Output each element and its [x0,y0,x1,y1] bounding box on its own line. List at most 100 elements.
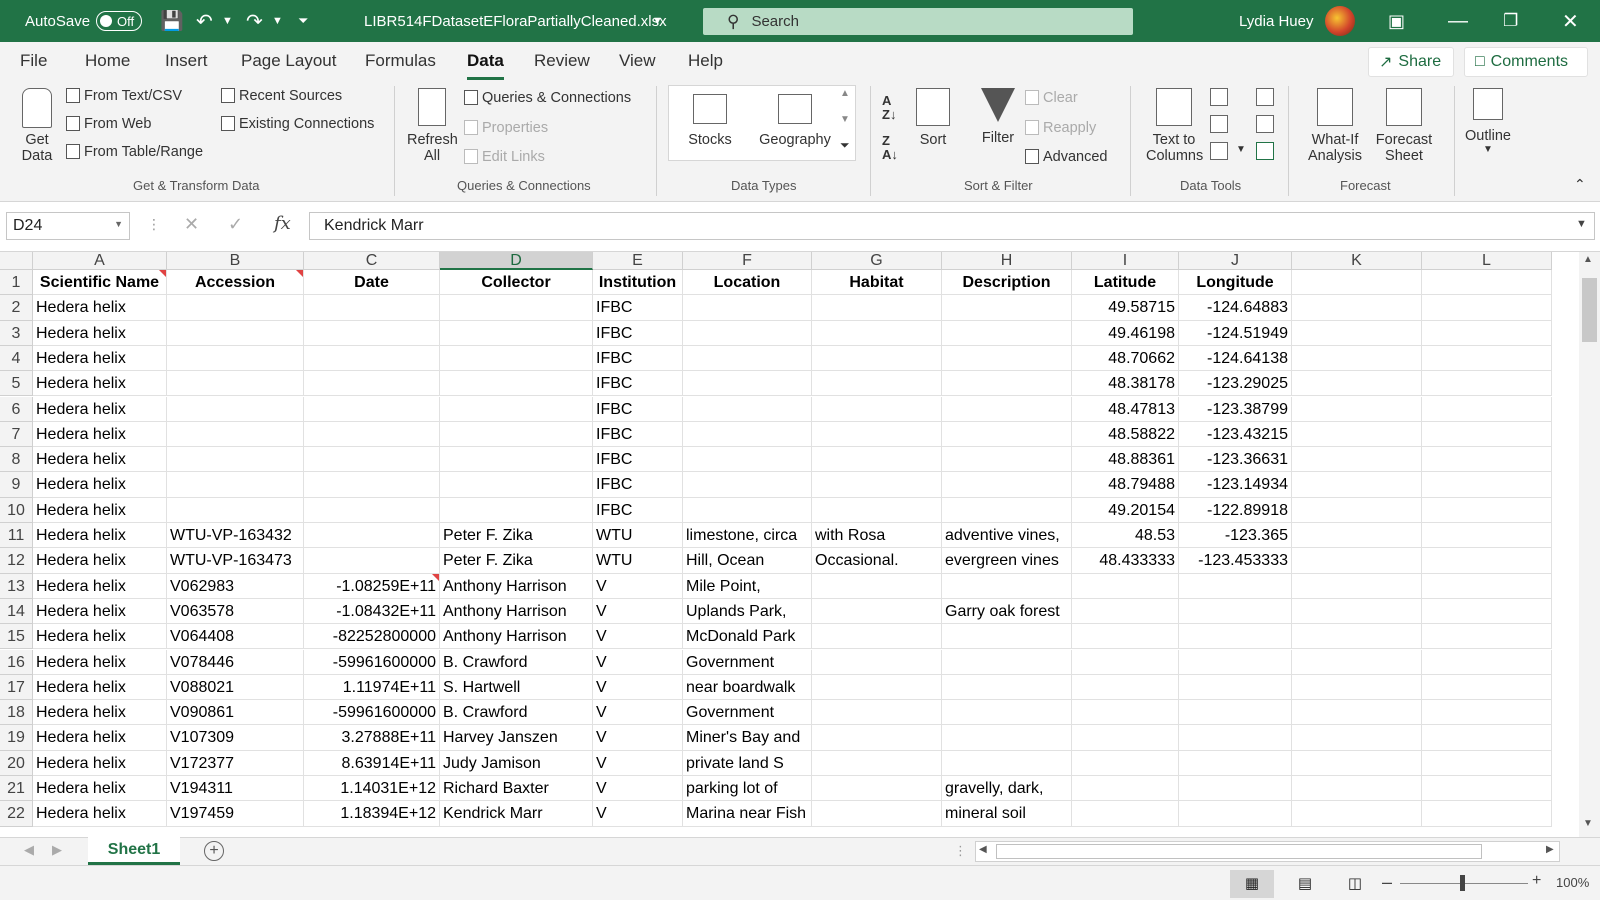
table-cell[interactable]: V064408 [167,624,304,650]
table-cell[interactable] [1292,320,1422,346]
table-cell[interactable] [1292,725,1422,751]
table-cell[interactable]: -1.08432E+11 [304,598,440,625]
table-cell[interactable] [812,776,942,802]
vertical-scrollbar[interactable]: ▲ ▼ [1579,252,1600,837]
table-cell[interactable]: V [593,750,683,776]
table-cell[interactable] [1072,624,1179,650]
table-cell[interactable] [1422,624,1552,650]
table-cell[interactable] [683,472,812,498]
table-cell[interactable]: -123.43215 [1179,421,1292,448]
table-cell[interactable]: -123.29025 [1179,371,1292,397]
column-header-g[interactable]: G [812,252,942,270]
table-cell[interactable]: Uplands Park, [683,598,812,625]
table-cell[interactable] [1072,750,1179,776]
table-cell[interactable]: McDonald Park [683,624,812,650]
table-cell[interactable]: V090861 [167,700,304,726]
table-cell[interactable]: 49.20154 [1072,497,1179,523]
row-header-8[interactable]: 8 [0,447,33,473]
table-cell[interactable]: -123.453333 [1179,548,1292,574]
table-cell[interactable] [1072,725,1179,751]
table-cell[interactable]: Hedera helix [33,776,167,802]
table-cell[interactable]: B. Crawford [440,649,593,675]
undo-dropdown-icon[interactable]: ▼ [222,0,233,42]
splitter-grip-icon[interactable]: ⋮ [954,843,967,859]
vertical-scroll-thumb[interactable] [1582,278,1597,342]
table-cell[interactable]: 49.58715 [1072,295,1179,321]
table-cell[interactable] [942,472,1072,498]
table-cell[interactable]: V [593,598,683,625]
zoom-slider-thumb[interactable] [1460,875,1465,891]
remove-duplicates-icon[interactable] [1210,115,1228,133]
from-table-range-button[interactable]: From Table/Range [66,144,203,160]
table-cell[interactable] [812,320,942,346]
table-cell[interactable] [1422,497,1552,523]
table-cell[interactable]: 1.14031E+12 [304,776,440,802]
worksheet-grid[interactable]: A B C D E F G H I J K L 1 Scientific Name Accession Dat… [0,252,1600,837]
table-cell[interactable] [683,295,812,321]
table-cell[interactable] [1422,801,1552,827]
flash-fill-icon[interactable] [1210,88,1228,106]
table-cell[interactable] [167,447,304,473]
table-cell[interactable] [440,497,593,523]
table-cell[interactable] [1292,548,1422,574]
formula-input[interactable]: Kendrick Marr [309,212,1595,240]
column-header-b[interactable]: B [167,252,304,270]
table-cell[interactable] [1292,674,1422,701]
from-text-csv-button[interactable]: From Text/CSV [66,88,182,104]
clear-button[interactable]: Clear [1025,90,1078,106]
table-cell[interactable]: -123.365 [1179,523,1292,549]
table-cell[interactable]: IFBC [593,320,683,346]
table-cell[interactable] [1292,624,1422,650]
table-cell[interactable]: V088021 [167,674,304,701]
column-header-k[interactable]: K [1292,252,1422,270]
redo-dropdown-icon[interactable]: ▼ [272,0,283,42]
table-cell[interactable]: parking lot of [683,776,812,802]
table-cell[interactable] [1422,447,1552,473]
table-cell[interactable] [1072,776,1179,802]
row-header-6[interactable]: 6 [0,396,33,422]
table-cell[interactable]: Hedera helix [33,624,167,650]
table-cell[interactable] [1072,649,1179,675]
row-header-3[interactable]: 3 [0,320,33,346]
enter-icon[interactable]: ✓ [228,214,243,235]
table-cell[interactable]: 48.53 [1072,523,1179,549]
column-header-i[interactable]: I [1072,252,1179,270]
table-cell[interactable]: Hedera helix [33,472,167,498]
table-cell[interactable] [1072,700,1179,726]
advanced-button[interactable]: Advanced [1025,149,1108,165]
user-name[interactable]: Lydia Huey [1239,0,1314,42]
table-cell[interactable]: Hedera helix [33,295,167,321]
table-cell[interactable] [440,320,593,346]
table-cell[interactable]: V [593,674,683,701]
formula-bar-grip-icon[interactable]: ⋮ [147,216,161,233]
table-cell[interactable] [1422,472,1552,498]
tab-file[interactable]: File [20,51,47,71]
row-header-16[interactable]: 16 [0,649,33,675]
gallery-more-icon[interactable]: ⏷ [840,138,850,153]
table-cell[interactable] [942,573,1072,599]
table-cell[interactable] [812,345,942,372]
table-cell[interactable] [1179,725,1292,751]
table-cell[interactable]: Hedera helix [33,725,167,751]
forecast-sheet-button[interactable]: Forecast Sheet [1374,88,1434,164]
table-cell[interactable]: V197459 [167,801,304,827]
table-cell[interactable]: Marina near Fish [683,801,812,827]
table-cell[interactable] [167,472,304,498]
table-cell[interactable] [683,345,812,372]
table-cell[interactable]: 48.433333 [1072,548,1179,574]
row-header-22[interactable]: 22 [0,801,33,827]
table-cell[interactable] [304,295,440,321]
table-cell[interactable] [1422,396,1552,422]
table-cell[interactable]: 49.46198 [1072,320,1179,346]
tab-data[interactable]: Data [467,51,504,80]
table-cell[interactable] [1292,573,1422,599]
table-cell[interactable] [1292,700,1422,726]
table-cell[interactable]: Hedera helix [33,700,167,726]
row-header-10[interactable]: 10 [0,497,33,523]
table-cell[interactable]: Garry oak forest [942,598,1072,625]
table-cell[interactable]: WTU [593,548,683,574]
table-cell[interactable]: -59961600000 [304,649,440,675]
table-cell[interactable] [1422,674,1552,701]
table-cell[interactable]: Hill, Ocean [683,548,812,574]
minimize-icon[interactable]: — [1448,0,1468,42]
